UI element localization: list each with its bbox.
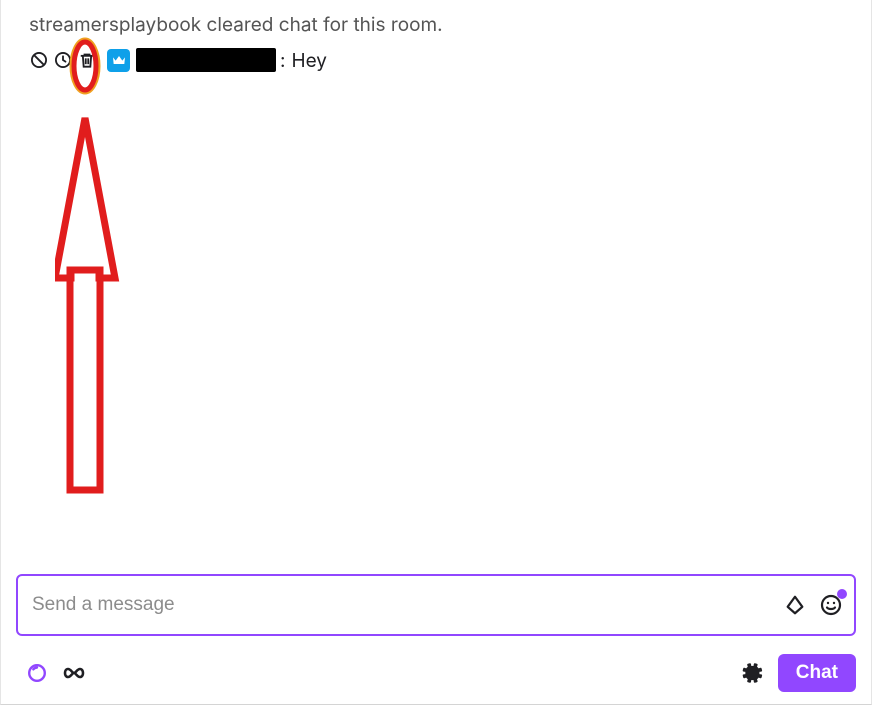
- chat-input[interactable]: [32, 594, 772, 616]
- infinity-icon[interactable]: [62, 667, 86, 679]
- chat-input-area: [1, 574, 871, 644]
- chat-line: : Hey: [29, 48, 851, 74]
- points-icon[interactable]: [26, 662, 48, 684]
- message-text: Hey: [291, 48, 327, 74]
- separator: :: [280, 48, 285, 74]
- username-redacted[interactable]: [136, 48, 276, 72]
- smiley-icon[interactable]: [818, 592, 844, 618]
- bits-icon[interactable]: [782, 592, 808, 618]
- crown-icon: [107, 49, 130, 72]
- chat-input-box[interactable]: [16, 574, 856, 636]
- chat-panel: streamersplaybook cleared chat for this …: [0, 0, 872, 705]
- chat-messages: streamersplaybook cleared chat for this …: [1, 0, 871, 574]
- chat-button[interactable]: Chat: [778, 654, 856, 692]
- clock-icon[interactable]: [53, 50, 73, 70]
- gear-icon[interactable]: [740, 661, 764, 685]
- chat-bottom-bar: Chat: [1, 644, 871, 704]
- trash-icon[interactable]: [77, 50, 97, 70]
- system-message: streamersplaybook cleared chat for this …: [29, 12, 851, 38]
- ban-icon[interactable]: [29, 50, 49, 70]
